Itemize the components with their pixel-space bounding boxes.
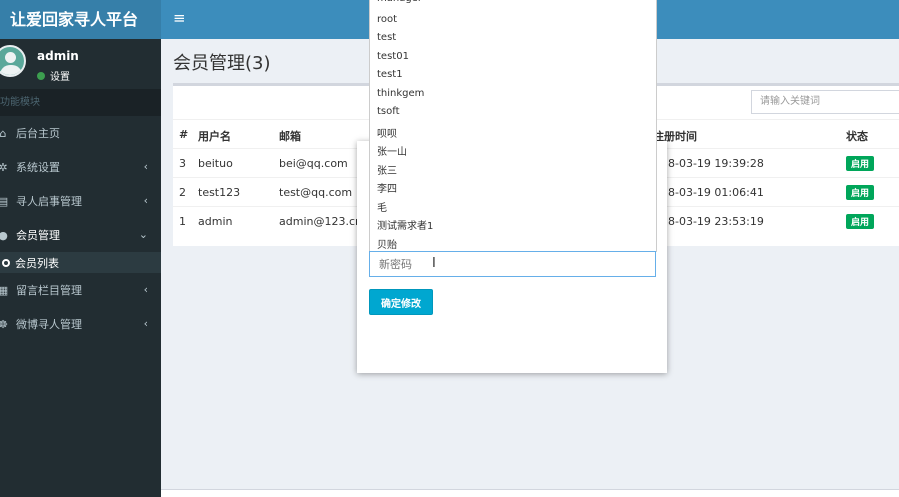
list-item[interactable]: tsoft [377,106,400,117]
sidebar-item-notices[interactable]: ▤ 寻人启事管理 ‹ [0,184,161,218]
row-username: test123 [198,186,241,199]
sidebar-item-label: 后台主页 [16,127,60,140]
text-cursor-icon: I [432,256,436,271]
column-header: 用户名 [198,130,231,143]
user-name: admin [37,49,79,63]
username-autocomplete-list: manager root test test01 test1 thinkgem … [369,0,657,252]
list-item[interactable]: 贝贻 [377,236,397,251]
menu-toggle-icon[interactable]: ≡ [173,9,186,27]
sidebar: 让爱回家寻人平台 admin 设置 功能模块 ⌂ 后台主页 ✲ 系统设置 ‹ ▤… [0,0,161,497]
column-header: 状态 [846,130,868,143]
sidebar-item-label: 会员管理 [16,229,60,242]
status-badge[interactable]: 启用 [846,185,875,200]
row-email: admin@123.cn [279,215,362,228]
list-item[interactable]: 张三 [377,162,397,177]
sidebar-item-label: 系统设置 [16,161,60,174]
sidebar-item-label: 留言栏目管理 [16,284,82,297]
message-icon: ▦ [0,283,9,297]
column-header: 邮箱 [279,130,301,143]
column-header: # [179,128,189,141]
row-username: admin [198,215,233,228]
list-item[interactable]: test [377,32,396,43]
page-title: 会员管理(3) [173,53,271,74]
user-icon: ● [0,228,8,242]
row-email: bei@qq.com [279,157,348,170]
status-badge-label: 启用 [846,185,875,200]
status-badge-label: 启用 [846,214,875,229]
sidebar-item-messages[interactable]: ▦ 留言栏目管理 ‹ [0,273,161,307]
new-password-input[interactable] [369,251,656,277]
list-item[interactable]: 测试需求者1 [377,217,433,232]
user-status[interactable]: 设置 [37,68,70,83]
row-username: beituo [198,157,233,170]
page-footer [161,489,899,497]
status-badge[interactable]: 启用 [846,214,875,229]
user-panel: admin 设置 [0,39,161,89]
row-time: 18-03-19 23:53:19 [661,215,764,228]
sidebar-subitem-member-list[interactable]: 会员列表 [0,252,161,273]
list-item[interactable]: test01 [377,51,409,62]
list-item[interactable]: thinkgem [377,88,424,99]
status-dot-icon [37,71,45,80]
sidebar-item-weibo[interactable]: ☸ 微博寻人管理 ‹ [0,307,161,341]
chevron-down-icon: ⌄ [138,228,148,241]
notice-icon: ▤ [0,194,9,208]
chevron-left-icon: ‹ [143,317,148,330]
brand-logo[interactable]: 让爱回家寻人平台 [0,0,161,39]
row-time: 18-03-19 01:06:41 [661,186,764,199]
row-id: 3 [179,157,186,170]
weibo-icon: ☸ [0,317,8,331]
confirm-change-button[interactable]: 确定修改 [369,289,433,315]
chevron-left-icon: ‹ [143,194,148,207]
list-item[interactable]: 呗呗 [377,125,397,140]
sidebar-menu: ⌂ 后台主页 ✲ 系统设置 ‹ ▤ 寻人启事管理 ‹ ● 会员管理 ⌄ 会员列表… [0,116,161,341]
sidebar-item-settings[interactable]: ✲ 系统设置 ‹ [0,150,161,184]
sidebar-item-members[interactable]: ● 会员管理 ⌄ [0,218,161,252]
list-item[interactable]: test1 [377,69,403,80]
gear-icon: ✲ [0,160,8,174]
row-email: test@qq.com [279,186,353,199]
sidebar-item-label: 微博寻人管理 [16,318,82,331]
status-badge[interactable]: 启用 [846,156,875,171]
list-item[interactable]: 李四 [377,180,397,195]
sidebar-item-home[interactable]: ⌂ 后台主页 [0,116,161,150]
row-id: 2 [179,186,186,199]
chevron-left-icon: ‹ [143,283,148,296]
list-item[interactable]: root [377,14,397,25]
chevron-left-icon: ‹ [143,160,148,173]
user-status-label: 设置 [50,72,70,83]
sidebar-subitem-label: 会员列表 [15,256,59,270]
search-input[interactable]: 请输入关键词 [751,90,899,114]
circle-icon [2,258,10,267]
status-badge-label: 启用 [846,156,875,171]
row-id: 1 [179,215,186,228]
sidebar-item-label: 寻人启事管理 [16,195,82,208]
list-item[interactable]: 毛 [377,199,387,214]
avatar [0,45,26,77]
list-item[interactable]: manager [377,0,422,4]
menu-section-header: 功能模块 [0,89,161,116]
list-item[interactable]: 张一山 [377,143,407,158]
home-icon: ⌂ [0,126,7,140]
row-time: 18-03-19 19:39:28 [661,157,764,170]
